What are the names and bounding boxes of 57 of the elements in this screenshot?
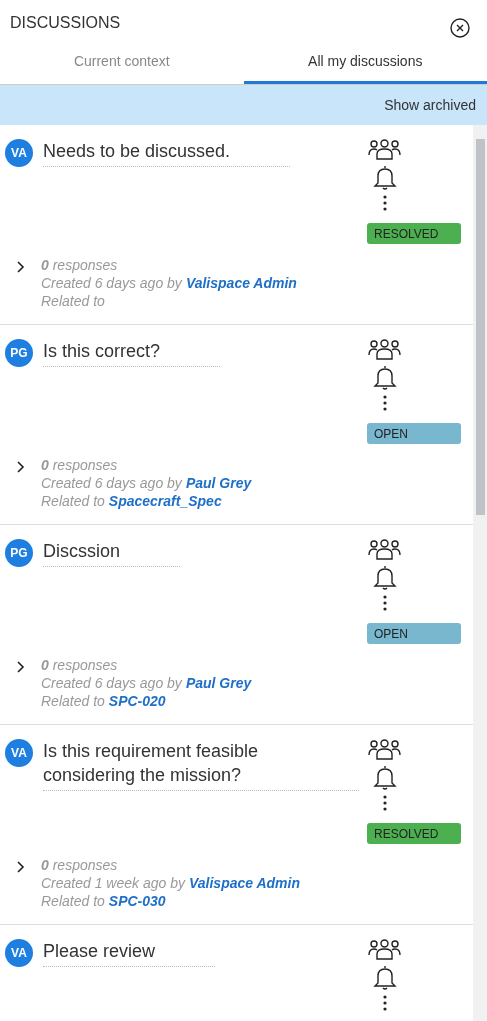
close-icon[interactable] [450,18,470,38]
author-link[interactable]: Valispace Admin [185,274,297,292]
tab[interactable]: Current context [0,44,244,84]
created-info: Created 6 days ago by [41,274,182,292]
responses-count: 0 responses [41,256,119,274]
expand-chevron-icon[interactable] [17,661,25,673]
discussion-title[interactable]: Discssion [43,539,181,567]
related-label: Related to [41,892,105,910]
related-link[interactable]: SPC-030 [108,892,166,910]
related-label: Related to [41,492,105,510]
discussion-title[interactable]: Needs to be discussed. [43,139,291,167]
more-icon[interactable] [382,795,387,811]
more-icon[interactable] [382,995,387,1011]
people-icon[interactable] [368,339,401,361]
discussion-title[interactable]: Is this requirement feasible considering the mission? [43,739,359,791]
expand-chevron-icon[interactable] [17,261,25,273]
people-icon[interactable] [368,539,401,561]
show-archived-link[interactable]: Show archived [384,94,476,116]
status-badge: OPEN [367,623,461,644]
avatar: PG [5,539,33,567]
bell-icon[interactable] [372,365,397,391]
scrollbar[interactable] [473,125,487,1021]
people-icon[interactable] [368,139,401,161]
created-info: Created 1 week ago by [41,874,185,892]
created-info: Created 6 days ago by [41,474,182,492]
responses-count: 0 responses [41,856,119,874]
more-icon[interactable] [382,395,387,411]
avatar: VA [5,139,33,167]
author-link[interactable]: Valispace Admin [189,874,300,892]
avatar: PG [5,339,33,367]
status-badge: RESOLVED [367,823,461,844]
discussion-title[interactable]: Is this correct? [43,339,221,367]
people-icon[interactable] [368,939,401,961]
avatar: VA [5,939,33,967]
responses-count: 0 responses [41,456,119,474]
created-info: Created 6 days ago by [41,674,182,692]
bell-icon[interactable] [372,165,397,191]
related-link[interactable]: Spacecraft_Spec [108,492,222,510]
bell-icon[interactable] [372,765,397,791]
avatar: VA [5,739,33,767]
responses-count: 0 responses [41,656,119,674]
discussion-title[interactable]: Please review [43,939,216,967]
related-link[interactable]: SPC-020 [108,692,166,710]
status-badge: OPEN [367,423,461,444]
panel-title: DISCUSSIONS [10,13,121,33]
people-icon[interactable] [368,739,401,761]
author-link[interactable]: Paul Grey [185,674,252,692]
more-icon[interactable] [382,195,387,211]
expand-chevron-icon[interactable] [17,861,25,873]
more-icon[interactable] [382,595,387,611]
related-label: Related to [41,292,105,310]
related-label: Related to [41,692,105,710]
author-link[interactable]: Paul Grey [185,474,252,492]
status-badge: RESOLVED [367,223,461,244]
bell-icon[interactable] [372,965,397,991]
bell-icon[interactable] [372,565,397,591]
expand-chevron-icon[interactable] [17,461,25,473]
